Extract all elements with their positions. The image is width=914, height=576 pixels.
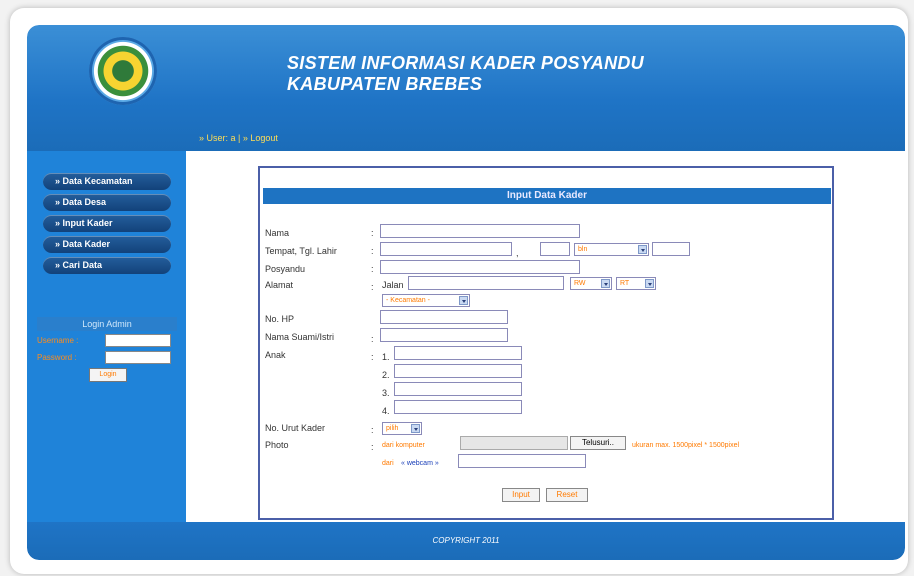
webcam-input[interactable] <box>458 454 586 468</box>
sidebar-item-data-desa[interactable]: » Data Desa <box>43 194 171 211</box>
login-button[interactable]: Login <box>89 368 127 382</box>
nama-input[interactable] <box>380 224 580 238</box>
urut-label: No. Urut Kader <box>265 423 326 433</box>
sidebar-item-cari-data[interactable]: » Cari Data <box>43 257 171 274</box>
anak-input-2[interactable] <box>394 364 522 378</box>
alamat-label: Alamat <box>265 280 294 290</box>
anak-input-4[interactable] <box>394 400 522 414</box>
input-button[interactable]: Input <box>502 488 540 502</box>
password-input[interactable] <box>105 351 171 364</box>
colon: : <box>371 282 374 292</box>
nama-label: Nama <box>265 228 290 238</box>
sidebar-item-data-kecamatan[interactable]: » Data Kecamatan <box>43 173 171 190</box>
bulan-select-value: bln <box>578 246 588 253</box>
posyandu-label: Posyandu <box>265 264 306 274</box>
dari-webcam-prefix: dari <box>382 460 394 467</box>
anak-label: Anak <box>265 350 286 360</box>
comma: , <box>516 248 519 258</box>
form-title: Input Data Kader <box>263 188 831 204</box>
page: SISTEM INFORMASI KADER POSYANDU KABUPATE… <box>27 25 905 560</box>
rw-select-value: RW <box>574 280 586 287</box>
chevron-down-icon <box>645 279 654 288</box>
browse-button[interactable]: Telusuri.. <box>570 436 626 450</box>
username-row: Username : <box>37 333 177 348</box>
user-bar: » User: a | » Logout <box>199 133 278 143</box>
anak-number-1: 1. <box>382 352 390 362</box>
size-note: ukuran max. 1500pixel * 1500pixel <box>632 442 740 449</box>
user-label: » User: a <box>199 133 236 143</box>
jalan-input[interactable] <box>408 276 564 290</box>
bulan-select[interactable]: bln <box>574 243 649 256</box>
colon: : <box>371 246 374 256</box>
webcam-link[interactable]: « webcam » <box>401 460 439 467</box>
username-input[interactable] <box>105 334 171 347</box>
chevron-down-icon <box>601 279 610 288</box>
anak-number-4: 4. <box>382 406 390 416</box>
sidebar-item-input-kader[interactable]: » Input Kader <box>43 215 171 232</box>
hp-label: No. HP <box>265 314 295 324</box>
file-path-input[interactable] <box>460 436 568 450</box>
copyright-text: COPYRIGHT 2011 <box>432 536 500 545</box>
rt-select[interactable]: RT <box>616 277 656 290</box>
rt-select-value: RT <box>620 280 630 287</box>
header: SISTEM INFORMASI KADER POSYANDU KABUPATE… <box>27 25 905 151</box>
suami-input[interactable] <box>380 328 508 342</box>
colon: : <box>371 334 374 344</box>
user-separator: | <box>235 133 243 143</box>
colon: : <box>371 425 374 435</box>
kabupaten-logo <box>89 37 157 105</box>
anak-input-1[interactable] <box>394 346 522 360</box>
footer: COPYRIGHT 2011 <box>27 522 905 560</box>
tempat-lahir-input[interactable] <box>380 242 512 256</box>
hp-input[interactable] <box>380 310 508 324</box>
colon: : <box>371 442 374 452</box>
kecamatan-select[interactable]: - Kecamatan - <box>382 294 470 307</box>
form-panel: Input Data Kader Nama : Tempat, Tgl. Lah… <box>258 166 834 520</box>
site-title: SISTEM INFORMASI KADER POSYANDU KABUPATE… <box>287 53 644 95</box>
chevron-down-icon <box>459 296 468 305</box>
logout-link[interactable]: » Logout <box>243 133 278 143</box>
anak-input-3[interactable] <box>394 382 522 396</box>
photo-label: Photo <box>265 440 289 450</box>
tahun-input[interactable] <box>652 242 690 256</box>
colon: : <box>371 352 374 362</box>
urut-select-value: pilih <box>386 425 399 432</box>
site-title-line2: KABUPATEN BREBES <box>287 74 483 94</box>
colon: : <box>371 264 374 274</box>
login-panel: Login Admin Username : Password : Login <box>37 317 177 382</box>
suami-label: Nama Suami/Istri <box>265 332 335 342</box>
sidebar-item-data-kader[interactable]: » Data Kader <box>43 236 171 253</box>
login-title: Login Admin <box>37 317 177 331</box>
ttl-label: Tempat, Tgl. Lahir <box>265 246 337 256</box>
sidebar-menu: » Data Kecamatan » Data Desa » Input Kad… <box>43 173 171 278</box>
anak-number-3: 3. <box>382 388 390 398</box>
password-row: Password : <box>37 350 177 365</box>
password-label: Password : <box>37 353 77 362</box>
anak-number-2: 2. <box>382 370 390 380</box>
chevron-down-icon <box>411 424 420 433</box>
dari-komputer-label: dari komputer <box>382 442 425 449</box>
reset-button[interactable]: Reset <box>546 488 588 502</box>
rw-select[interactable]: RW <box>570 277 612 290</box>
sidebar: » Data Kecamatan » Data Desa » Input Kad… <box>27 151 186 523</box>
jalan-label: Jalan <box>382 280 404 290</box>
chevron-down-icon <box>638 245 647 254</box>
tanggal-input[interactable] <box>540 242 570 256</box>
posyandu-input[interactable] <box>380 260 580 274</box>
urut-select[interactable]: pilih <box>382 422 422 435</box>
site-title-line1: SISTEM INFORMASI KADER POSYANDU <box>287 53 644 73</box>
colon: : <box>371 228 374 238</box>
kecamatan-select-value: - Kecamatan - <box>386 297 430 304</box>
username-label: Username : <box>37 336 79 345</box>
